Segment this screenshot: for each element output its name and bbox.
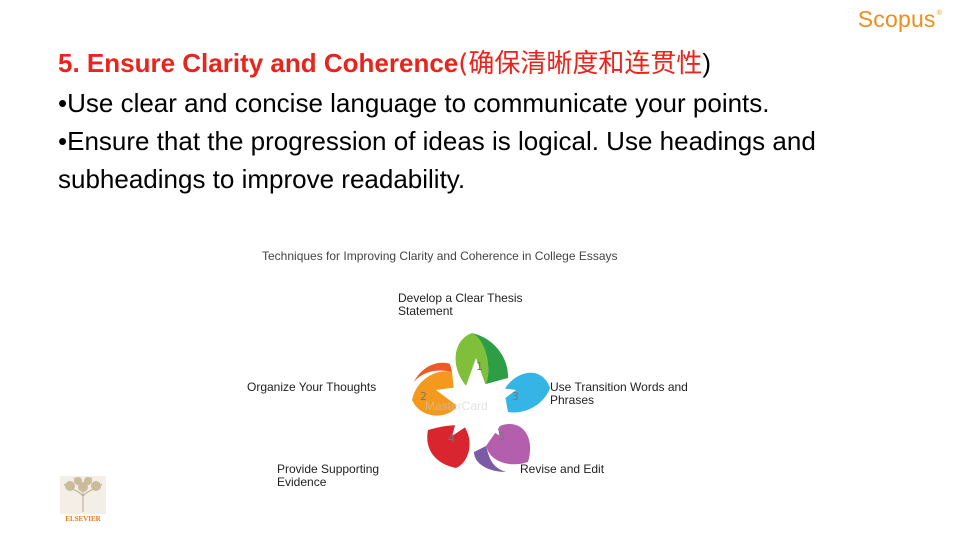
- bullet-list: •Use clear and concise language to commu…: [58, 84, 818, 198]
- label-transition-words: Use Transition Words and Phrases: [550, 380, 688, 407]
- slide-title-closing: ): [702, 48, 712, 78]
- slide-title-english: 5. Ensure Clarity and Coherence: [58, 48, 459, 78]
- techniques-figure: Techniques for Improving Clarity and Coh…: [224, 240, 732, 530]
- step-number-4: 4: [448, 432, 455, 445]
- elsevier-logo-text: ELSEVIER: [65, 515, 101, 523]
- label-organize-thoughts: Organize Your Thoughts: [247, 380, 377, 394]
- elsevier-tree-icon: [60, 476, 106, 514]
- label-supporting-evidence: Provide Supporting Evidence: [277, 462, 380, 489]
- registered-mark: ®: [936, 10, 942, 17]
- figure-title: Techniques for Improving Clarity and Coh…: [262, 249, 618, 263]
- elsevier-logo: ELSEVIER: [58, 474, 108, 526]
- figure-watermark: MasterCard: [425, 399, 488, 413]
- step-number-3: 3: [512, 390, 519, 403]
- bullet-item: •Use clear and concise language to commu…: [58, 88, 770, 118]
- label-develop-thesis: Develop a Clear Thesis Statement: [398, 291, 523, 318]
- bullet-item: •Ensure that the progression of ideas is…: [58, 126, 816, 194]
- slide-title: 5. Ensure Clarity and Coherence(确保清晰度和连贯…: [58, 46, 918, 81]
- scopus-logo-text: Scopus: [857, 6, 936, 32]
- step-number-1: 1: [476, 360, 483, 373]
- label-revise-edit: Revise and Edit: [520, 462, 605, 476]
- step-number-5: 5: [498, 430, 505, 443]
- slide-title-chinese: (确保清晰度和连贯性: [458, 49, 703, 79]
- scopus-logo: Scopus®: [858, 6, 942, 33]
